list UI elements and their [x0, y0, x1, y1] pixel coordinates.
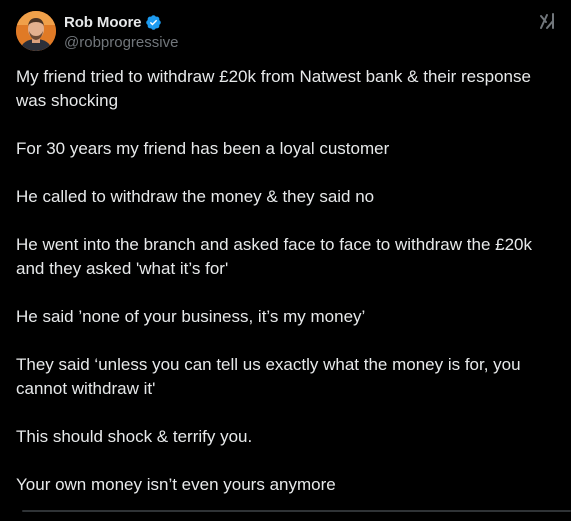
- verified-badge-icon[interactable]: [145, 14, 162, 31]
- tweet-paragraph: They said ‘unless you can tell us exactl…: [16, 355, 521, 398]
- tweet-paragraph: This should shock & terrify you.: [16, 427, 253, 446]
- tweet-paragraph: Your own money isn’t even yours anymore: [16, 475, 336, 494]
- avatar-image: [16, 11, 56, 51]
- author-names: Rob Moore @robprogressive: [64, 12, 178, 52]
- avatar[interactable]: [16, 11, 56, 51]
- tweet-header: Rob Moore @robprogressive: [16, 11, 571, 53]
- tweet-paragraph: He called to withdraw the money & they s…: [16, 187, 375, 206]
- display-name[interactable]: Rob Moore: [64, 14, 142, 31]
- display-name-row: Rob Moore: [64, 12, 178, 32]
- tweet-paragraph: He said ’none of your business, it’s my …: [16, 307, 366, 326]
- grok-icon[interactable]: [538, 11, 558, 31]
- tweet-paragraph: For 30 years my friend has been a loyal …: [16, 139, 390, 158]
- tweet-paragraph: He went into the branch and asked face t…: [16, 235, 532, 278]
- author-handle[interactable]: @robprogressive: [64, 34, 178, 51]
- tweet-paragraph: My friend tried to withdraw £20k from Na…: [16, 67, 531, 110]
- tweet-text: My friend tried to withdraw £20k from Na…: [16, 65, 564, 521]
